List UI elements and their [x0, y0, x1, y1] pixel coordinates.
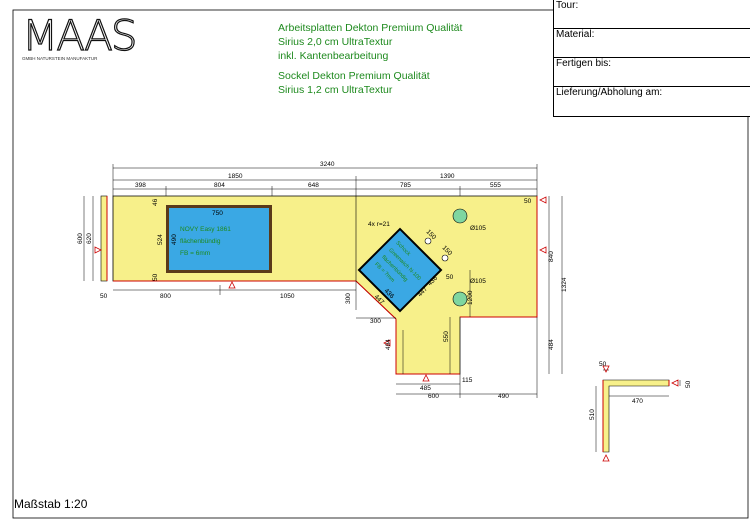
dim-800: 800: [160, 293, 171, 300]
dim-398: 398: [135, 182, 146, 189]
dim-484: 484: [548, 339, 555, 350]
scale-label: Maßstab 1:20: [14, 497, 88, 511]
sink1-label-1: NOVY Easy 1861: [180, 226, 231, 233]
maas-logo: MAAS GMBH NATURSTEIN MANUFAKTUR: [21, 10, 138, 61]
hole-1: [452, 208, 468, 224]
dim-50b: 50: [152, 273, 159, 281]
dim-804: 804: [214, 182, 225, 189]
dim-50d: 50: [446, 274, 454, 281]
dim-600b: 600: [428, 393, 439, 400]
dim-785: 785: [400, 182, 411, 189]
dim-750: 750: [212, 210, 223, 217]
upstand-left: [100, 195, 108, 282]
note-line-5: Sirius 1,2 cm UltraTextur: [278, 84, 393, 96]
hole-2: [452, 291, 468, 307]
dim-648: 648: [308, 182, 319, 189]
dim-840: 840: [548, 251, 555, 262]
info-material: Material:: [554, 29, 750, 58]
info-fertigen: Fertigen bis:: [554, 58, 750, 87]
logo-mark: MAAS: [22, 11, 136, 60]
dim-470: 470: [632, 398, 643, 405]
info-lieferung: Lieferung/Abholung am:: [556, 87, 663, 98]
dim-524: 524: [157, 234, 164, 245]
note-line-1: Arbeitsplatten Dekton Premium Qualität: [278, 22, 463, 34]
dim-50f: 50: [685, 380, 692, 388]
dim-490: 490: [171, 234, 178, 245]
note-line-2: Sirius 2,0 cm UltraTextur: [278, 36, 393, 48]
dim-50a: 50: [524, 198, 532, 205]
dim-115: 115: [462, 377, 473, 384]
info-tour: Tour:: [554, 0, 750, 29]
dim-300h: 300: [370, 318, 381, 325]
dim-1850: 1850: [228, 173, 243, 180]
dim-555: 555: [490, 182, 501, 189]
dim-105a: Ø105: [470, 225, 486, 232]
dim-1050: 1050: [280, 293, 295, 300]
dim-3240: 3240: [320, 161, 335, 168]
dim-1390: 1390: [440, 173, 455, 180]
dim-105b: Ø105: [470, 278, 486, 285]
plinth-edges: [602, 380, 670, 452]
dim-50e: 50: [599, 361, 607, 368]
dim-485: 485: [420, 385, 431, 392]
dim-300v: 300: [345, 293, 352, 304]
dim-50c: 50: [100, 293, 108, 300]
dim-494: 494: [385, 339, 392, 350]
sink1-label-2: flächenbündig: [180, 238, 221, 245]
dim-radius: 4x r=21: [368, 221, 390, 228]
note-line-4: Sockel Dekton Premium Qualität: [278, 70, 430, 82]
note-line-3: inkl. Kantenbearbeitung: [278, 50, 389, 62]
dim-46: 46: [152, 198, 159, 206]
dim-490b: 490: [498, 393, 509, 400]
dim-1200: 1200: [467, 290, 474, 305]
sink1-label-3: FB = 6mm: [180, 250, 210, 257]
dim-1324: 1324: [561, 277, 568, 292]
info-box: Tour: Material: Fertigen bis: Lieferung/…: [553, 0, 750, 117]
plinth-l: [602, 379, 670, 453]
dim-600: 600: [77, 233, 84, 244]
dim-550: 550: [443, 331, 450, 342]
logo-subtitle: GMBH NATURSTEIN MANUFAKTUR: [22, 56, 98, 61]
dim-510: 510: [589, 409, 596, 420]
dim-620: 620: [86, 233, 93, 244]
